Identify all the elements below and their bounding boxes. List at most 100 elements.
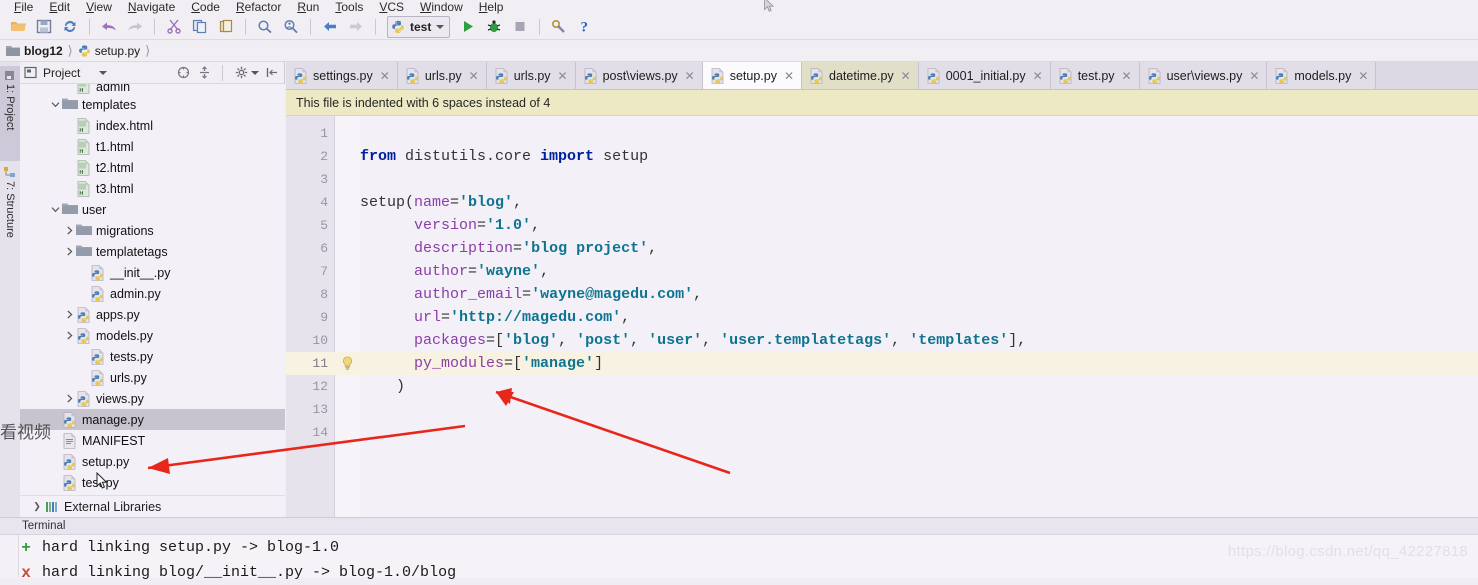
find-icon[interactable] <box>253 16 277 38</box>
close-icon[interactable]: ✕ <box>685 69 695 83</box>
editor-tab-urls-py[interactable]: urls.py ✕ <box>486 62 576 89</box>
menu-item-tools[interactable]: Tools <box>327 1 371 14</box>
line-number: 11 <box>312 356 328 371</box>
code-editor[interactable]: 1 2 3 4 5 6 7 8 9 10 11 12 13 14 from distutils.core … <box>286 116 1478 517</box>
tree-item-setup-py[interactable]: setup.py <box>20 451 285 472</box>
close-icon[interactable]: ✕ <box>1122 69 1132 83</box>
terminal-header[interactable]: Terminal <box>0 517 1478 535</box>
editor-tab-models-py[interactable]: models.py ✕ <box>1267 62 1377 89</box>
tree-item-migrations[interactable]: migrations <box>20 220 285 241</box>
menu-item-run[interactable]: Run <box>289 1 327 14</box>
undo-icon[interactable] <box>97 16 121 38</box>
chevron-right-icon[interactable] <box>62 247 76 256</box>
stop-button[interactable] <box>508 16 532 38</box>
tree-item-test-py[interactable]: test.py <box>20 472 285 493</box>
chevron-down-icon[interactable] <box>48 100 62 109</box>
expand-all-icon[interactable] <box>196 65 212 81</box>
close-icon[interactable]: ✕ <box>558 69 568 83</box>
chevron-down-icon[interactable] <box>436 24 445 29</box>
gear-icon[interactable] <box>233 65 249 81</box>
menu-item-help[interactable]: Help <box>471 1 512 14</box>
back-icon[interactable] <box>318 16 342 38</box>
close-icon[interactable]: ✕ <box>784 69 794 83</box>
menu-item-code[interactable]: Code <box>183 1 228 14</box>
tree-item-urls-py[interactable]: urls.py <box>20 367 285 388</box>
menu-item-refactor[interactable]: Refactor <box>228 1 289 14</box>
menu-item-edit[interactable]: Edit <box>41 1 78 14</box>
tree-item-manifest[interactable]: MANIFEST <box>20 430 285 451</box>
chevron-right-icon[interactable]: ❯ <box>30 501 44 512</box>
tree-item-__init__-py[interactable]: __init__.py <box>20 262 285 283</box>
tree-item-t3-html[interactable]: Ht3.html <box>20 178 285 199</box>
close-icon[interactable]: ✕ <box>380 69 390 83</box>
rail-tab-project[interactable]: 1: Project <box>0 66 20 161</box>
chevron-right-icon[interactable] <box>62 310 76 319</box>
editor-tab-test-py[interactable]: test.py ✕ <box>1050 62 1140 89</box>
line-number: 13 <box>312 402 328 417</box>
chevron-down-icon[interactable] <box>251 70 259 75</box>
breadcrumb-file[interactable]: setup.py <box>78 44 140 58</box>
intention-bulb-icon[interactable] <box>341 356 354 372</box>
line-number: 7 <box>320 264 328 279</box>
hide-panel-icon[interactable] <box>264 65 280 81</box>
menu-item-vcs[interactable]: VCS <box>371 1 412 14</box>
rail-tab-structure[interactable]: 7: Structure <box>0 163 20 271</box>
chevron-right-icon[interactable] <box>62 226 76 235</box>
menu-item-navigate[interactable]: Navigate <box>120 1 183 14</box>
close-icon[interactable]: ✕ <box>1249 69 1259 83</box>
debug-button[interactable] <box>482 16 506 38</box>
external-libraries-node[interactable]: ❯ External Libraries <box>20 495 285 517</box>
tree-item-admin-py[interactable]: admin.py <box>20 283 285 304</box>
paste-icon[interactable] <box>214 16 238 38</box>
close-icon[interactable]: ✕ <box>901 69 911 83</box>
copy-icon[interactable] <box>188 16 212 38</box>
editor-tab-post-views-py[interactable]: post\views.py ✕ <box>575 62 703 89</box>
tree-item-admin[interactable]: Hadmin <box>20 84 285 94</box>
chevron-right-icon[interactable] <box>62 331 76 340</box>
tree-item-templates[interactable]: templates <box>20 94 285 115</box>
menu-item-window[interactable]: Window <box>412 1 471 14</box>
find-usages-icon[interactable] <box>279 16 303 38</box>
run-configuration-selector[interactable]: test <box>387 15 451 38</box>
chevron-down-icon[interactable] <box>48 205 62 214</box>
code-content[interactable]: from distutils.core import setup setup(n… <box>360 122 1026 517</box>
settings-icon[interactable] <box>547 16 571 38</box>
tree-item-user[interactable]: user <box>20 199 285 220</box>
python-icon <box>1274 67 1289 84</box>
sync-icon[interactable] <box>58 16 82 38</box>
menu-item-view[interactable]: View <box>78 1 120 14</box>
redo-icon[interactable] <box>123 16 147 38</box>
cut-icon[interactable] <box>162 16 186 38</box>
chevron-right-icon[interactable] <box>62 394 76 403</box>
close-icon[interactable]: ✕ <box>1358 69 1368 83</box>
close-icon[interactable]: ✕ <box>469 69 479 83</box>
save-all-icon[interactable] <box>32 16 56 38</box>
close-icon[interactable]: ✕ <box>1033 69 1043 83</box>
tree-item-manage-py[interactable]: manage.py <box>20 409 285 430</box>
tree-item-tests-py[interactable]: tests.py <box>20 346 285 367</box>
run-button[interactable] <box>456 16 480 38</box>
editor-tab-settings-py[interactable]: settings.py ✕ <box>286 62 398 89</box>
tree-item-views-py[interactable]: views.py <box>20 388 285 409</box>
tree-item-index-html[interactable]: Hindex.html <box>20 115 285 136</box>
terminal-mark-cross: x <box>21 563 31 582</box>
tree-item-templatetags[interactable]: templatetags <box>20 241 285 262</box>
project-file-tree[interactable]: Hadmin templates Hindex.html Ht1.html Ht2.ht… <box>20 84 285 495</box>
tree-item-t1-html[interactable]: Ht1.html <box>20 136 285 157</box>
editor-tab-datetime-py[interactable]: datetime.py ✕ <box>802 62 919 89</box>
tree-item-apps-py[interactable]: apps.py <box>20 304 285 325</box>
editor-tab-setup-py[interactable]: setup.py ✕ <box>702 62 803 89</box>
open-folder-icon[interactable] <box>6 16 30 38</box>
breadcrumb-project[interactable]: blog12 <box>6 44 63 58</box>
tree-item-models-py[interactable]: models.py <box>20 325 285 346</box>
editor-tab-0001_initial-py[interactable]: 0001_initial.py ✕ <box>918 62 1051 89</box>
menu-item-file[interactable]: File <box>6 1 41 14</box>
help-icon[interactable]: ? <box>573 16 597 38</box>
tree-item-t2-html[interactable]: Ht2.html <box>20 157 285 178</box>
editor-tab-urls-py[interactable]: urls.py ✕ <box>397 62 487 89</box>
collapse-all-icon[interactable] <box>175 65 191 81</box>
annotation-gutter[interactable] <box>335 116 360 517</box>
chevron-down-icon[interactable] <box>99 70 108 75</box>
forward-icon[interactable] <box>344 16 368 38</box>
editor-tab-user-views-py[interactable]: user\views.py ✕ <box>1139 62 1268 89</box>
